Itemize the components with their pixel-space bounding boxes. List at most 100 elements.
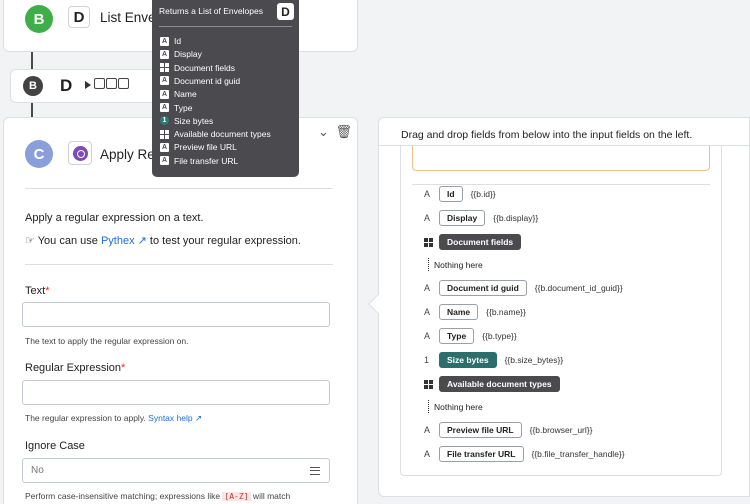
list-type-icon [160, 129, 169, 139]
output-tooltip: Returns a List of Envelopes D A Id A Displa… [152, 0, 299, 177]
text-type-icon: A [424, 283, 431, 293]
field-path: {{b.file_transfer_handle}} [531, 449, 625, 459]
play-icon[interactable] [85, 81, 91, 89]
empty-list-placeholder: Nothing here [428, 258, 483, 271]
panel-header: Drag and drop fields from below into the… [401, 129, 693, 141]
text-type-icon: A [424, 307, 431, 317]
draggable-field-chip[interactable]: Size bytes [439, 352, 497, 368]
field-path: {{b.document_id_guid}} [534, 283, 623, 293]
field-row: A Type {{b.type}} [424, 327, 517, 345]
text-input[interactable] [22, 302, 330, 327]
hint-box [412, 146, 710, 171]
ignore-case-label: Ignore Case [25, 440, 85, 452]
tooltip-field-label: Document id guid [174, 75, 241, 86]
text-type-icon: A [160, 103, 169, 112]
regex-app-icon [68, 141, 92, 165]
step-badge-b: B [23, 76, 43, 96]
text-type-icon: A [160, 49, 169, 59]
divider [25, 188, 333, 189]
tooltip-field-label: Size bytes [174, 115, 214, 126]
field-row: A File transfer URL {{b.file_transfer_hand… [424, 445, 625, 463]
text-type-icon: A [424, 213, 431, 223]
text-type-icon: A [424, 449, 431, 459]
text-type-icon: A [160, 142, 169, 152]
field-row: A Preview file URL {{b.browser_url}} [424, 421, 592, 439]
draggable-field-chip[interactable]: Type [439, 328, 475, 344]
regex-input[interactable] [22, 380, 330, 405]
menu-icon [310, 467, 320, 475]
edit-icon[interactable] [106, 78, 117, 89]
field-row: A Id {{b.id}} [424, 185, 496, 203]
chevron-down-icon[interactable]: ⌄ [318, 124, 329, 139]
tooltip-field-item: A File transfer URL [160, 156, 238, 166]
tooltip-field-label: Id [174, 36, 182, 46]
tooltip-field-item: A Name [160, 89, 197, 99]
number-type-icon: 1 [424, 355, 430, 365]
empty-list-placeholder: Nothing here [428, 400, 483, 413]
edit-icon[interactable] [94, 78, 105, 89]
text-field-help: The text to apply the regular expression… [25, 336, 189, 346]
text-type-icon: A [160, 156, 169, 166]
tooltip-d-icon: D [277, 3, 294, 20]
divider [159, 26, 292, 27]
external-link-icon: ↗ [134, 235, 147, 247]
ignore-case-select[interactable]: No [22, 458, 330, 483]
connector-line [31, 103, 33, 117]
tooltip-field-item: A Document id guid [160, 76, 240, 86]
external-link-icon: ↗ [192, 413, 203, 423]
regex-field-label: Regular Expression* [25, 362, 126, 374]
field-path: {{b.size_bytes}} [504, 355, 564, 365]
text-type-icon: A [424, 189, 431, 199]
edit-icon[interactable] [118, 78, 129, 89]
draggable-field-chip[interactable]: Available document types [439, 376, 560, 392]
divider [25, 264, 333, 265]
list-type-icon [424, 379, 433, 389]
text-type-icon: A [160, 36, 169, 46]
hand-pointer-icon: ☞ [25, 235, 35, 247]
tooltip-field-item: A Preview file URL [160, 142, 237, 152]
field-path: {{b.id}} [470, 189, 496, 199]
draggable-field-chip[interactable]: Preview file URL [439, 422, 522, 438]
step-controls: ⌄ 🗑 [318, 124, 352, 140]
app-d-icon: D [60, 76, 73, 95]
tooltip-field-item: Available document types [160, 129, 271, 139]
field-path: {{b.name}} [486, 307, 526, 317]
edit-icons[interactable] [94, 78, 129, 89]
draggable-field-chip[interactable]: File transfer URL [439, 446, 524, 462]
tooltip-field-item: A Display [160, 49, 202, 59]
draggable-field-chip[interactable]: Name [439, 304, 479, 320]
field-row: Available document types [424, 375, 568, 393]
trash-icon[interactable]: 🗑 [336, 124, 353, 139]
text-type-icon: A [424, 425, 431, 435]
tip-line: ☞ You can use Pythex ↗ to test your regu… [25, 235, 301, 247]
syntax-help-link[interactable]: Syntax help [148, 413, 192, 423]
tooltip-field-label: File transfer URL [174, 155, 239, 166]
step-badge-c: C [25, 140, 53, 168]
number-type-icon: 1 [160, 116, 169, 126]
tooltip-field-item: A Id [160, 36, 181, 46]
tooltip-field-label: Document fields [174, 62, 235, 73]
tooltip-field-item: A Type [160, 103, 192, 113]
tooltip-field-label: Display [174, 49, 202, 60]
text-field-label: Text* [25, 285, 50, 297]
text-type-icon: A [160, 89, 169, 99]
field-path: {{b.browser_url}} [529, 425, 593, 435]
step-description: Apply a regular expression on a text. [25, 212, 204, 224]
draggable-field-chip[interactable]: Display [439, 210, 486, 226]
tooltip-field-label: Preview file URL [174, 142, 237, 153]
tooltip-title: Returns a List of Envelopes [159, 6, 263, 16]
tooltip-field-label: Name [174, 89, 197, 100]
field-row: A Display {{b.display}} [424, 209, 538, 227]
field-path: {{b.display}} [493, 213, 539, 223]
app-d-icon: D [68, 6, 90, 28]
tooltip-field-item: 1 Size bytes [160, 116, 213, 126]
tooltip-field-label: Type [174, 102, 193, 113]
pythex-link[interactable]: Pythex [101, 235, 135, 247]
field-row: 1 Size bytes {{b.size_bytes}} [424, 351, 563, 369]
draggable-field-chip[interactable]: Document fields [439, 234, 522, 250]
draggable-field-chip[interactable]: Document id guid [439, 280, 527, 296]
text-type-icon: A [160, 76, 169, 86]
step-badge-b: B [25, 5, 53, 33]
list-type-icon [424, 237, 433, 247]
draggable-field-chip[interactable]: Id [439, 186, 463, 202]
